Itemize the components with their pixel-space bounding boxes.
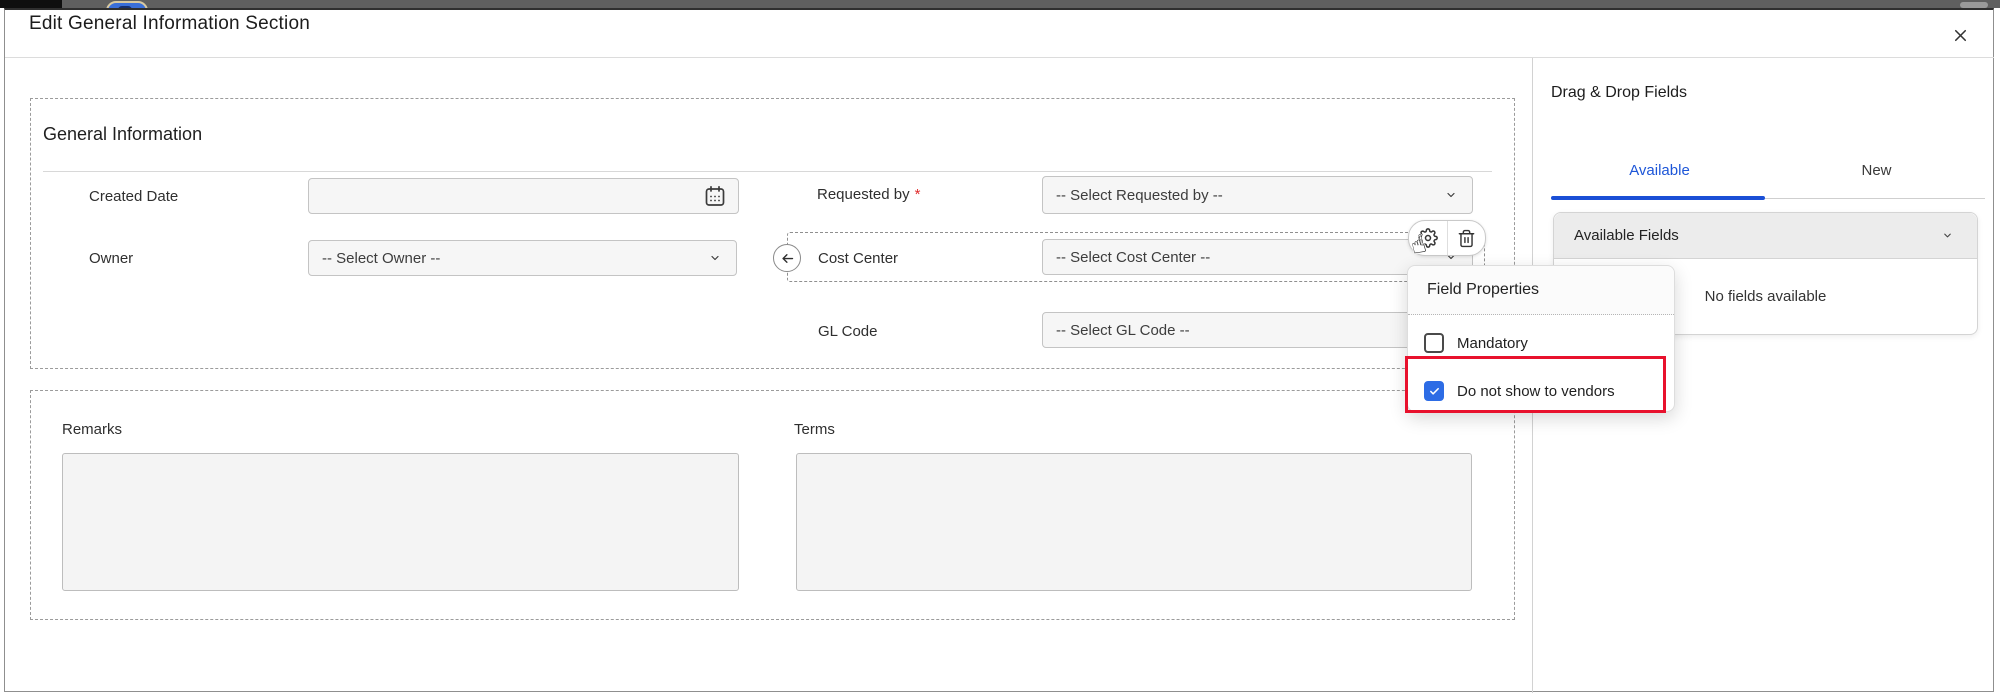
mandatory-checkbox[interactable] (1424, 333, 1444, 353)
arrow-left-icon (780, 251, 795, 266)
remarks-label: Remarks (62, 421, 122, 438)
tab-underline (1765, 198, 1985, 199)
highlight-annotation-box (1405, 356, 1666, 413)
tab-new[interactable]: New (1768, 150, 1985, 190)
section-heading-rule (43, 171, 1492, 172)
section-heading: General Information (43, 124, 202, 145)
background-tab (0, 0, 62, 8)
cost-center-label: Cost Center (818, 250, 898, 267)
gl-code-label: GL Code (818, 323, 877, 340)
owner-dropdown[interactable]: -- Select Owner -- (308, 240, 737, 276)
trash-icon (1457, 229, 1476, 248)
close-icon (1951, 26, 1970, 45)
background-page-strip (0, 0, 2000, 8)
chevron-down-icon (1940, 230, 1955, 241)
requested-by-dropdown[interactable]: -- Select Requested by -- (1042, 176, 1473, 214)
chevron-down-icon (1443, 189, 1459, 201)
required-asterisk: * (915, 186, 921, 203)
popup-title: Field Properties (1427, 281, 1539, 299)
requested-by-label: Requested by * (817, 186, 920, 203)
background-app-icon (106, 1, 148, 8)
modal-title: Edit General Information Section (29, 13, 310, 35)
terms-label: Terms (794, 421, 835, 438)
remarks-textarea[interactable] (62, 453, 739, 591)
move-left-button[interactable] (773, 244, 801, 272)
created-date-input[interactable] (308, 178, 739, 214)
tab-available[interactable]: Available (1551, 150, 1768, 190)
terms-textarea[interactable] (796, 453, 1472, 591)
active-tab-underline (1551, 196, 1765, 200)
owner-label: Owner (89, 250, 133, 267)
close-button[interactable] (1948, 23, 1972, 47)
calendar-icon[interactable] (702, 183, 728, 209)
available-fields-header[interactable]: Available Fields (1554, 213, 1977, 259)
field-delete-button[interactable] (1447, 221, 1486, 255)
titlebar-divider (5, 57, 1994, 58)
chevron-down-icon (707, 252, 723, 264)
created-date-label: Created Date (89, 188, 178, 205)
sidebar-title: Drag & Drop Fields (1551, 84, 1687, 102)
popup-header: Field Properties (1408, 266, 1674, 315)
